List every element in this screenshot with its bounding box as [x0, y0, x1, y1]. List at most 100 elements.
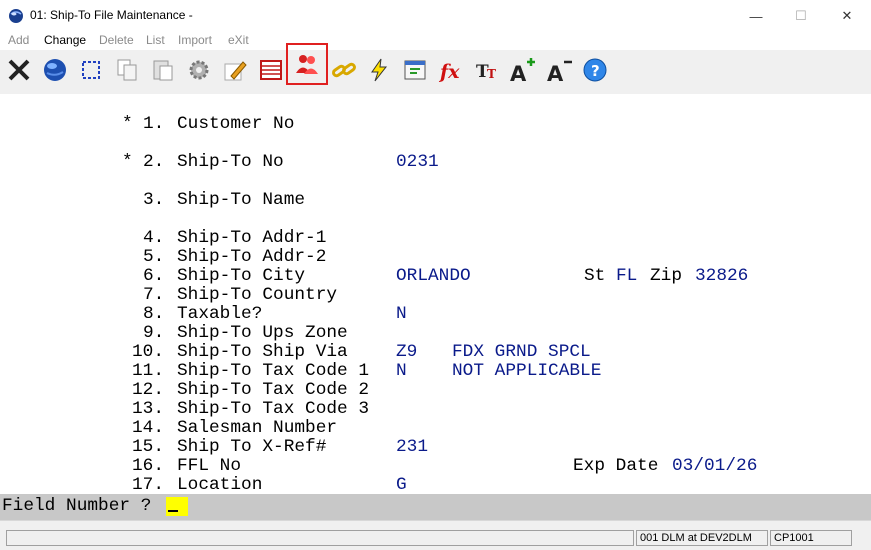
field-label: Taxable? — [177, 304, 263, 324]
terminal-screen: * 1. Customer No * 2. Ship-To No 0231 3.… — [0, 94, 871, 495]
toolbar-font-increase-button[interactable]: A — [505, 52, 539, 88]
toolbar-settings-button[interactable] — [182, 52, 216, 88]
field-label: Ship-To City — [177, 266, 306, 286]
maximize-button[interactable]: ☐ — [778, 0, 824, 32]
field-label: FFL No — [177, 456, 242, 476]
svg-text:fx: fx — [438, 61, 460, 83]
svg-text:A: A — [547, 62, 564, 84]
field-value: N — [396, 361, 407, 381]
close-window-icon: ✕ — [841, 8, 853, 23]
link-icon — [332, 62, 356, 78]
field-label: Location — [177, 475, 263, 495]
function-icon: fx — [438, 61, 460, 83]
svg-text:A: A — [510, 62, 527, 84]
font-icon: TT — [476, 62, 496, 82]
toolbar-copy-button[interactable] — [110, 52, 144, 88]
field-number: 13. — [132, 399, 165, 419]
field-number: 1. — [143, 114, 165, 134]
toolbar-close-button[interactable] — [2, 52, 36, 88]
svg-text:?: ? — [591, 62, 600, 80]
lightning-icon — [371, 58, 388, 82]
prompt-bar: Field Number ? — [0, 494, 871, 520]
gear-icon — [189, 60, 209, 80]
users-icon — [296, 55, 318, 74]
field-label: Ship-To No — [177, 152, 284, 172]
field-value: 0231 — [396, 152, 439, 172]
menu-import[interactable]: Import — [178, 33, 212, 47]
field-number: 9. — [143, 323, 165, 343]
toolbar-link-button[interactable] — [327, 52, 361, 88]
field-number: 4. — [143, 228, 165, 248]
field-number: 7. — [143, 285, 165, 305]
status-pane-message — [6, 530, 634, 546]
field-label: Salesman Number — [177, 418, 338, 438]
state-value: FL — [616, 266, 638, 286]
field-value: ORLANDO — [396, 266, 471, 286]
menu-bar: Add Change Delete List Import eXit — [0, 32, 871, 50]
field-label: Ship-To Addr-2 — [177, 247, 327, 267]
toolbar-select-button[interactable] — [74, 52, 108, 88]
toolbar-lightning-button[interactable] — [362, 52, 396, 88]
svg-text:T: T — [487, 67, 496, 81]
maximize-icon: ☐ — [795, 8, 807, 23]
field-value: N — [396, 304, 407, 324]
toolbar-users-button[interactable] — [286, 43, 328, 85]
menu-list[interactable]: List — [146, 33, 165, 47]
title-bar: 01: Ship-To File Maintenance - — ☐ ✕ — [0, 0, 871, 32]
field-marker: * — [122, 114, 133, 134]
close-window-button[interactable]: ✕ — [824, 0, 870, 32]
paste-icon — [153, 60, 173, 81]
zip-label: Zip — [650, 266, 683, 286]
field-number: 3. — [143, 190, 165, 210]
help-icon: ? — [583, 58, 607, 82]
edit-icon — [224, 61, 247, 81]
field-label: Ship-To Tax Code 3 — [177, 399, 370, 419]
field-number: 6. — [143, 266, 165, 286]
field-description: FDX GRND SPCL — [452, 342, 591, 362]
status-bar: 001 DLM at DEV2DLM CP1001 — [0, 520, 871, 550]
toolbar-run-button[interactable] — [398, 52, 432, 88]
field-label: Ship-To Tax Code 1 — [177, 361, 370, 381]
field-value: Z9 — [396, 342, 418, 362]
field-number: 16. — [132, 456, 165, 476]
status-pane-user: 001 DLM at DEV2DLM — [636, 530, 768, 546]
field-number: 2. — [143, 152, 165, 172]
window-title: 01: Ship-To File Maintenance - — [30, 8, 193, 22]
run-icon — [404, 60, 426, 80]
toolbar-help-button[interactable]: ? — [578, 52, 612, 88]
menu-exit[interactable]: eXit — [228, 33, 249, 47]
copy-icon — [117, 59, 137, 81]
select-icon — [82, 61, 100, 79]
status-pane-code: CP1001 — [770, 530, 852, 546]
field-value: G — [396, 475, 407, 495]
font-increase-icon: A — [510, 58, 535, 84]
exp-date-value: 03/01/26 — [672, 456, 758, 476]
app-logo-icon — [9, 9, 23, 23]
field-label: Ship-To Addr-1 — [177, 228, 327, 248]
field-value: 231 — [396, 437, 429, 457]
minimize-button[interactable]: — — [733, 0, 779, 32]
field-number-prompt: Field Number ? — [2, 496, 152, 516]
field-label: Ship-To Tax Code 2 — [177, 380, 370, 400]
field-number-input[interactable] — [166, 497, 188, 516]
exp-date-label: Exp Date — [573, 456, 659, 476]
minimize-icon: — — [749, 8, 763, 24]
toolbar-table-button[interactable] — [254, 52, 288, 88]
toolbar-function-button[interactable]: fx — [434, 52, 468, 88]
toolbar-paste-button[interactable] — [146, 52, 180, 88]
toolbar: fx TT A A ? — [0, 43, 871, 95]
toolbar-font-decrease-button[interactable]: A — [542, 52, 576, 88]
field-label: Ship-To Ups Zone — [177, 323, 348, 343]
close-icon — [8, 59, 30, 81]
field-label: Ship-To Ship Via — [177, 342, 348, 362]
zip-value: 32826 — [695, 266, 749, 286]
globe-icon — [44, 59, 66, 81]
field-marker: * — [122, 152, 133, 172]
menu-add[interactable]: Add — [8, 33, 29, 47]
menu-delete[interactable]: Delete — [99, 33, 134, 47]
state-label: St — [584, 266, 606, 286]
toolbar-globe-button[interactable] — [38, 52, 72, 88]
toolbar-edit-button[interactable] — [218, 52, 252, 88]
toolbar-font-button[interactable]: TT — [470, 52, 504, 88]
menu-change[interactable]: Change — [44, 33, 86, 47]
